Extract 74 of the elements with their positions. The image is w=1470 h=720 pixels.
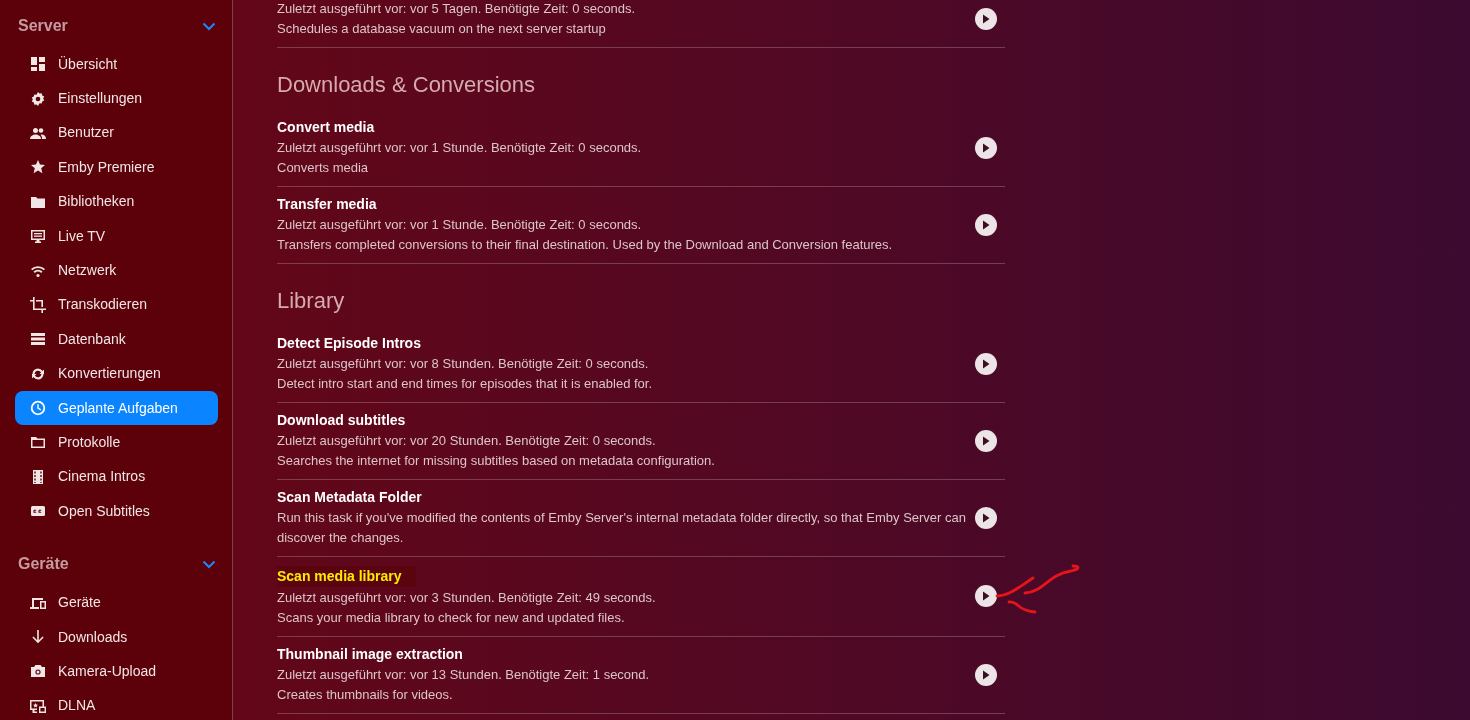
sidebar-nav-item[interactable]: Protokolle bbox=[15, 425, 218, 460]
play-button[interactable] bbox=[975, 429, 997, 452]
task-last-run: Zuletzt ausgeführt vor: vor 1 Stunde. Benötigte Zeit: 0 seconds. bbox=[277, 139, 643, 157]
task-title: Transfer media bbox=[277, 195, 378, 214]
task-last-run: Zuletzt ausgeführt vor: vor 13 Stunden. Benötigte Zeit: 1 second. bbox=[277, 666, 651, 684]
play-icon bbox=[982, 142, 990, 153]
sidebar-nav-item[interactable]: Übersicht bbox=[15, 47, 218, 82]
play-icon bbox=[982, 512, 990, 523]
chevron-down-icon[interactable] bbox=[202, 21, 216, 31]
play-icon bbox=[982, 435, 990, 446]
play-button[interactable] bbox=[975, 663, 997, 686]
section-heading: Library bbox=[277, 287, 346, 315]
storage-icon bbox=[30, 331, 46, 348]
sidebar-nav-item[interactable]: DLNA bbox=[15, 688, 218, 720]
task-title: Scan media library bbox=[277, 566, 416, 587]
dashboard-icon bbox=[30, 56, 46, 73]
task-title: Download subtitles bbox=[277, 411, 407, 430]
sidebar-nav-item[interactable]: Kamera-Upload bbox=[15, 654, 218, 689]
section-heading: Downloads & Conversions bbox=[277, 71, 537, 99]
play-button[interactable] bbox=[975, 352, 997, 375]
play-button[interactable] bbox=[975, 506, 997, 529]
settings-icon bbox=[30, 90, 46, 107]
task-title: Thumbnail image extraction bbox=[277, 645, 464, 664]
task-last-run: Zuletzt ausgeführt vor: vor 1 Stunde. Benötigte Zeit: 0 seconds. bbox=[277, 216, 643, 234]
film-icon bbox=[30, 468, 46, 485]
task-description: Detect intro start and end times for episodes that it is enabled for. bbox=[277, 375, 654, 393]
camera-icon bbox=[30, 663, 46, 680]
task-title: Detect Episode Intros bbox=[277, 334, 422, 353]
sidebar-nav-item[interactable]: Open Subtitles bbox=[15, 494, 218, 529]
sidebar-section-title: Geräte bbox=[18, 554, 69, 575]
sidebar-nav-item[interactable]: Cinema Intros bbox=[15, 459, 218, 495]
sidebar-nav-item[interactable]: Datenbank bbox=[15, 322, 218, 357]
cast-devices-icon bbox=[30, 697, 46, 714]
task-last-run: Zuletzt ausgeführt vor: vor 3 Stunden. Benötigte Zeit: 49 seconds. bbox=[277, 589, 657, 607]
sidebar-nav-item[interactable]: Netzwerk bbox=[15, 253, 218, 288]
download-icon bbox=[30, 629, 46, 646]
folder-icon bbox=[30, 434, 46, 451]
play-button[interactable] bbox=[975, 8, 997, 30]
task-description: Transfers completed conversions to their final destination. Used by the Download and Conversion features. bbox=[277, 236, 894, 254]
sidebar-nav-item[interactable]: Bibliotheken bbox=[15, 184, 218, 219]
play-icon bbox=[982, 358, 990, 369]
task-description: Searches the internet for missing subtitles based on metadata configuration. bbox=[277, 452, 716, 470]
sidebar-nav-item[interactable]: Emby Premiere bbox=[15, 150, 218, 185]
task-last-run: Zuletzt ausgeführt vor: vor 20 Stunden. Benötigte Zeit: 0 seconds. bbox=[277, 432, 657, 450]
play-icon bbox=[982, 591, 990, 601]
task-title: Convert media bbox=[277, 118, 376, 137]
play-button[interactable] bbox=[975, 585, 997, 607]
sidebar-section-title: Server bbox=[18, 16, 68, 36]
sidebar-nav-item[interactable]: Live TV bbox=[15, 218, 218, 254]
sidebar-nav-item[interactable]: Geplante Aufgaben bbox=[15, 390, 218, 426]
star-icon bbox=[30, 159, 46, 176]
clock-icon bbox=[30, 400, 46, 417]
sidebar-nav-item[interactable]: Benutzer bbox=[15, 115, 218, 151]
play-icon bbox=[982, 669, 990, 680]
sidebar-nav-item[interactable]: Einstellungen bbox=[15, 81, 218, 116]
play-button[interactable] bbox=[975, 136, 997, 159]
sidebar-nav-item[interactable]: Transkodieren bbox=[15, 287, 218, 323]
task-last-run: Zuletzt ausgeführt vor: vor 5 Tagen. Benötigte Zeit: 0 seconds. bbox=[277, 0, 637, 18]
task-title: Scan Metadata Folder bbox=[277, 488, 423, 507]
task-last-run: Zuletzt ausgeführt vor: vor 8 Stunden. Benötigte Zeit: 0 seconds. bbox=[277, 355, 650, 373]
sidebar-nav-item[interactable]: Downloads bbox=[15, 619, 218, 655]
task-description: Run this task if you've modified the contents of Emby Server's internal metadata folder directly, so that Emby Server can discover the changes. bbox=[277, 509, 967, 547]
task-description: Converts media bbox=[277, 159, 370, 177]
sidebar-nav-item[interactable]: Geräte bbox=[15, 585, 218, 620]
play-button[interactable] bbox=[975, 213, 997, 236]
monitor-icon bbox=[30, 228, 46, 245]
chevron-down-icon[interactable] bbox=[202, 559, 216, 569]
sidebar-nav-item[interactable]: Konvertierungen bbox=[15, 356, 218, 391]
task-description: Creates thumbnails for videos. bbox=[277, 686, 454, 704]
crop-icon bbox=[30, 296, 46, 313]
play-icon bbox=[982, 219, 990, 230]
play-icon bbox=[982, 14, 990, 24]
task-description: Scans your media library to check for new and updated files. bbox=[277, 609, 626, 627]
task-description: Schedules a database vacuum on the next server startup bbox=[277, 20, 607, 38]
